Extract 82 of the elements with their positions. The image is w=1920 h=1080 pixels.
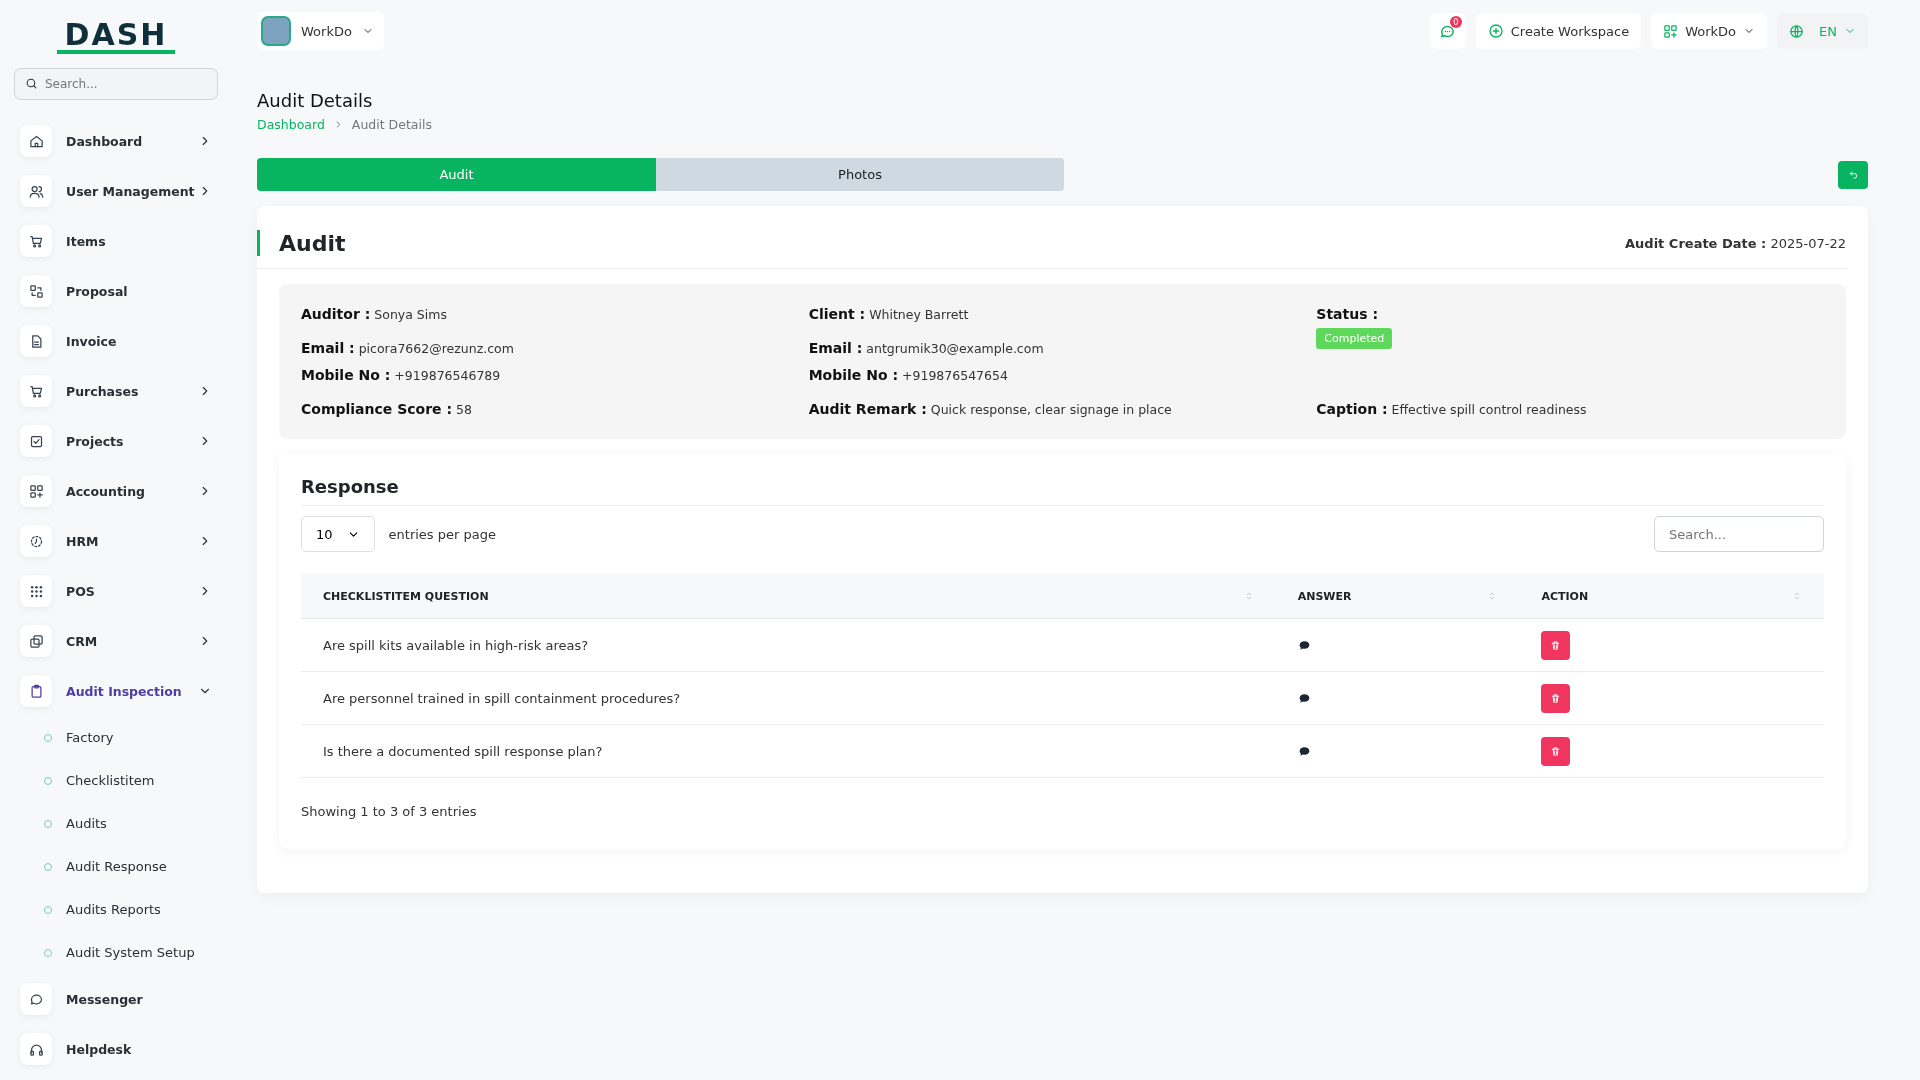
globe-icon: [1789, 23, 1805, 39]
sidebar-item[interactable]: CRM: [14, 616, 218, 666]
search-field[interactable]: Search...: [14, 68, 218, 100]
tab[interactable]: Photos: [656, 158, 1064, 191]
breadcrumb-current: Audit Details: [351, 117, 432, 132]
sidebar-item[interactable]: Accounting: [14, 466, 218, 516]
info-field: Email : antgrumik30@example.com: [808, 340, 1317, 356]
dotted-circle-icon: [28, 533, 44, 549]
chat-icon: [28, 991, 44, 1007]
table-cell: Are personnel trained in spill containment procedures?: [301, 671, 1276, 725]
checkbox-icon: [28, 433, 44, 449]
info-field: Auditor : Sonya Sims: [301, 306, 809, 322]
cart-icon: [28, 383, 44, 399]
grid-plus-icon: [28, 483, 44, 499]
sidebar-subitem[interactable]: Audit System Setup: [14, 931, 218, 974]
create-workspace-button[interactable]: Create Workspace: [1475, 13, 1642, 49]
search-field[interactable]: Search...: [1654, 516, 1824, 552]
sidebar-subitem[interactable]: Audits: [14, 802, 218, 845]
speech-bubble-icon: [1297, 691, 1311, 705]
sidebar-item[interactable]: POS: [14, 566, 218, 616]
company-dropdown[interactable]: WorkDo: [1651, 13, 1768, 49]
clipboard-icon: [28, 683, 44, 699]
copy-icon: [28, 633, 44, 649]
sidebar-item[interactable]: Proposal: [14, 266, 218, 316]
sidebar-item[interactable]: User Management: [14, 166, 218, 216]
create-date: Audit Create Date : 2025-07-22: [1625, 235, 1846, 251]
workspace-switcher[interactable]: WorkDo: [257, 12, 384, 50]
column-header[interactable]: ACTION: [1519, 574, 1824, 619]
sidebar-item[interactable]: Items: [14, 216, 218, 266]
sidebar-subitem[interactable]: Audits Reports: [14, 888, 218, 931]
info-field: Mobile No : +919876547654: [808, 367, 1317, 383]
sidebar-subitem[interactable]: Checklistitem: [14, 759, 218, 802]
back-button[interactable]: [1838, 160, 1868, 189]
speech-bubble-icon: [1297, 638, 1311, 652]
speech-bubble-icon: [1297, 744, 1311, 758]
sidebar-item[interactable]: Projects: [14, 416, 218, 466]
cart-icon: [28, 233, 44, 249]
delete-button[interactable]: [1541, 736, 1571, 766]
notification-count: 0: [1449, 16, 1462, 28]
info-field: Audit Remark : Quick response, clear signage in place: [808, 401, 1317, 417]
column-header[interactable]: CHECKLISTITEM QUESTION: [301, 574, 1276, 619]
grid-plus-icon: [1663, 23, 1679, 39]
table-cell: Are spill kits available in high-risk areas?: [301, 618, 1276, 672]
headphones-icon: [28, 1041, 44, 1057]
trash-icon: [1550, 639, 1562, 651]
section-title: Response: [301, 476, 1824, 506]
sort-icon: [1792, 591, 1802, 601]
info-field: Client : Whitney Barrett: [808, 306, 1317, 322]
info-field: Email : picora7662@rezunz.com: [301, 340, 809, 356]
page-size-select[interactable]: 10: [301, 516, 375, 552]
sidebar-subitem[interactable]: Audit Response: [14, 845, 218, 888]
page-size-label: entries per page: [388, 526, 496, 542]
delete-button[interactable]: [1541, 630, 1571, 660]
info-field: Mobile No : +919876546789: [301, 367, 809, 383]
sidebar-subitem[interactable]: Factory: [14, 716, 218, 759]
sidebar-item[interactable]: HRM: [14, 516, 218, 566]
swap-icon: [28, 283, 44, 299]
status-badge: Completed: [1316, 328, 1393, 349]
info-field: Status :: [1316, 306, 1824, 322]
trash-icon: [1550, 745, 1562, 757]
card-title: Audit: [279, 230, 347, 256]
plus-circle-icon: [1487, 23, 1504, 39]
info-field: Compliance Score : 58: [301, 401, 809, 417]
trash-icon: [1550, 692, 1562, 704]
sidebar-item[interactable]: Audit Inspection: [14, 666, 218, 716]
table-cell: Is there a documented spill response plan?: [301, 724, 1276, 778]
logo: DASH: [56, 20, 176, 54]
delete-button[interactable]: [1541, 683, 1571, 713]
dots-grid-icon: [28, 583, 44, 599]
info-field: Caption : Effective spill control readiness: [1316, 401, 1824, 417]
table-footer: Showing 1 to 3 of 3 entries: [301, 804, 1824, 819]
sidebar-item[interactable]: Invoice: [14, 316, 218, 366]
sidebar-item[interactable]: Messenger: [14, 974, 218, 1024]
sidebar-item[interactable]: Helpdesk: [14, 1024, 218, 1074]
page-title: Audit Details: [257, 90, 374, 111]
users-icon: [28, 183, 44, 199]
home-icon: [28, 133, 44, 149]
sidebar-item[interactable]: Purchases: [14, 366, 218, 416]
messages-button[interactable]: 0: [1429, 13, 1466, 49]
sidebar-item[interactable]: Dashboard: [14, 116, 218, 166]
return-arrow-icon: [1847, 169, 1859, 180]
column-header[interactable]: ANSWER: [1275, 574, 1520, 619]
